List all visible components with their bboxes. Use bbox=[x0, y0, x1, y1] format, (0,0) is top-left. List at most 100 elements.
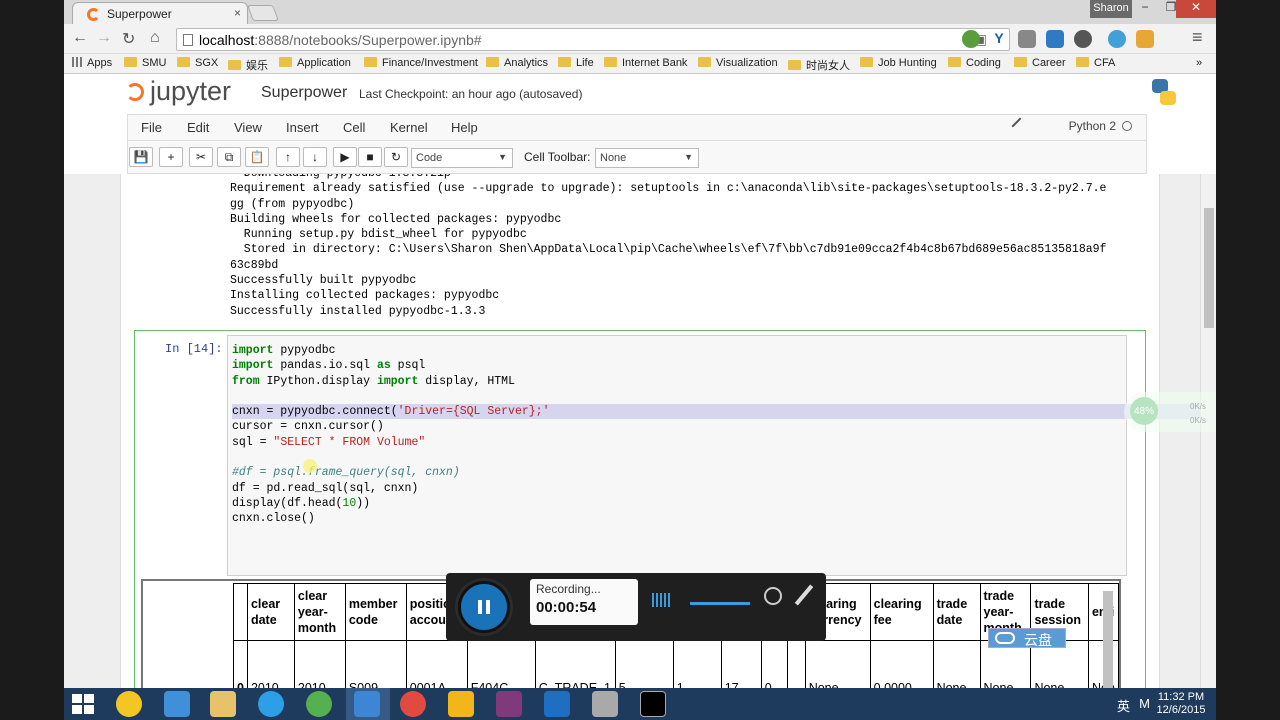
menu-file[interactable]: File bbox=[141, 120, 162, 135]
url-host: localhost bbox=[199, 32, 255, 48]
copy-icon[interactable]: ⧉ bbox=[217, 147, 241, 167]
tools-icon[interactable] bbox=[592, 691, 618, 717]
menu-kernel[interactable]: Kernel bbox=[390, 120, 428, 135]
bookmark-folder[interactable]: 时尚女人 bbox=[788, 57, 850, 73]
browser-tab[interactable]: Superpower × bbox=[72, 2, 248, 24]
cell-toolbar-label: Cell Toolbar: bbox=[524, 150, 591, 164]
notebook-name[interactable]: Superpower bbox=[261, 84, 347, 102]
code-editor[interactable]: import pypyodbc import pandas.io.sql as p… bbox=[227, 335, 1216, 576]
table-cell: 0 bbox=[233, 640, 248, 688]
bookmark-folder[interactable]: SMU bbox=[124, 57, 166, 69]
menu-cell[interactable]: Cell bbox=[343, 120, 365, 135]
apps-grid-icon bbox=[72, 57, 82, 67]
bookmark-folder[interactable]: Internet Bank bbox=[604, 57, 687, 69]
qq-icon[interactable] bbox=[116, 691, 142, 717]
table-cell: 0.0000 bbox=[869, 640, 934, 688]
profile-button[interactable]: Sharon bbox=[1090, 0, 1132, 18]
output-scrollbar[interactable] bbox=[1103, 591, 1113, 688]
extension-icon-2[interactable]: Y bbox=[990, 30, 1008, 48]
code-token: display, HTML bbox=[418, 374, 515, 388]
forward-icon[interactable]: → bbox=[96, 29, 112, 47]
paste-icon[interactable]: 📋 bbox=[245, 147, 269, 167]
cut-icon[interactable]: ✂ bbox=[189, 147, 213, 167]
chrome-icon[interactable] bbox=[400, 691, 426, 717]
bookmark-folder[interactable]: Finance/Investment bbox=[364, 57, 478, 69]
close-window-button[interactable]: ✕ bbox=[1176, 0, 1216, 18]
move-down-icon[interactable]: ↓ bbox=[303, 147, 327, 167]
column-header: clearing fee bbox=[869, 583, 934, 641]
bookmark-folder[interactable]: Analytics bbox=[486, 57, 548, 69]
scrollbar-thumb[interactable] bbox=[1204, 208, 1214, 328]
reload-icon[interactable]: ↻ bbox=[122, 29, 135, 49]
menu-help[interactable]: Help bbox=[451, 120, 478, 135]
app-icon[interactable] bbox=[258, 691, 284, 717]
extension-icon-6[interactable] bbox=[1136, 30, 1154, 48]
bookmark-folder[interactable]: 娱乐 bbox=[228, 57, 268, 73]
menu-insert[interactable]: Insert bbox=[286, 120, 319, 135]
cloud-sync-icon[interactable] bbox=[164, 691, 190, 717]
cell-type-select[interactable]: Code ▼ bbox=[411, 148, 513, 168]
move-up-icon[interactable]: ↑ bbox=[276, 147, 300, 167]
windows-start-icon[interactable] bbox=[72, 694, 94, 714]
outlook-icon[interactable] bbox=[544, 691, 570, 717]
bookmark-folder[interactable]: Application bbox=[279, 57, 351, 69]
code-token: import bbox=[376, 374, 419, 388]
pen-icon[interactable] bbox=[794, 584, 814, 606]
ime-mode[interactable]: M bbox=[1139, 696, 1150, 711]
address-bar[interactable]: localhost:8888/notebooks/Superpower.ipyn… bbox=[176, 28, 1010, 51]
folder-icon bbox=[860, 57, 873, 67]
run-icon[interactable]: ▶ bbox=[333, 147, 357, 167]
download-speed: 0K/s bbox=[1190, 416, 1207, 425]
bookmark-folder[interactable]: Coding bbox=[948, 57, 1001, 69]
extension-icon-3[interactable] bbox=[1018, 30, 1036, 48]
google-drive-icon[interactable] bbox=[448, 691, 474, 717]
back-icon[interactable]: ← bbox=[72, 29, 88, 47]
wechat-icon[interactable] bbox=[306, 691, 332, 717]
tab-close-icon[interactable]: × bbox=[234, 6, 241, 20]
folder-icon bbox=[558, 57, 571, 67]
table-cell bbox=[786, 640, 806, 688]
webcam-icon[interactable] bbox=[764, 587, 782, 605]
file-explorer-icon[interactable] bbox=[210, 691, 236, 717]
bookmark-folder[interactable]: Job Hunting bbox=[860, 57, 937, 69]
table-cell: F404C bbox=[466, 640, 536, 688]
onenote-icon[interactable] bbox=[496, 691, 522, 717]
save-icon[interactable]: 💾 bbox=[129, 147, 153, 167]
volume-slider[interactable] bbox=[690, 602, 750, 605]
code-token: import bbox=[232, 344, 274, 357]
bookmark-folder[interactable]: CFA bbox=[1076, 57, 1115, 69]
bookmark-folder[interactable]: SGX bbox=[177, 57, 218, 69]
new-tab-button[interactable] bbox=[247, 5, 279, 21]
menu-edit[interactable]: Edit bbox=[187, 120, 209, 135]
extension-icon-1[interactable] bbox=[962, 30, 980, 48]
minimize-button[interactable]: − bbox=[1132, 0, 1158, 18]
chrome-menu-icon[interactable]: ≡ bbox=[1192, 27, 1203, 48]
add-icon[interactable]: + bbox=[159, 147, 183, 167]
stop-icon[interactable]: ■ bbox=[358, 147, 382, 167]
cell-toolbar-select[interactable]: None ▼ bbox=[595, 148, 699, 168]
bookmark-folder[interactable]: Life bbox=[558, 57, 594, 69]
bookmark-folder[interactable]: Career bbox=[1014, 57, 1066, 69]
jupyter-logo[interactable]: jupyter bbox=[126, 76, 231, 107]
code-token: pandas.io.sql bbox=[273, 359, 377, 373]
code-token: from bbox=[232, 374, 260, 388]
restart-icon[interactable]: ↻ bbox=[384, 147, 408, 167]
code-token: cnxn = pypyodbc.connect( bbox=[232, 405, 398, 419]
code-text[interactable]: import pypyodbc import pandas.io.sql as p… bbox=[232, 343, 1216, 527]
ime-indicator[interactable]: 英 bbox=[1117, 696, 1130, 715]
cloud-drive-icon[interactable] bbox=[354, 691, 380, 717]
pause-recording-button[interactable] bbox=[458, 581, 510, 633]
cloud-drive-widget[interactable]: 云盘 bbox=[988, 628, 1066, 648]
folder-icon bbox=[1076, 57, 1089, 67]
bookmark-folder[interactable]: Visualization bbox=[698, 57, 778, 69]
bookmark-apps[interactable]: Apps bbox=[72, 57, 112, 69]
home-icon[interactable]: ⌂ bbox=[150, 29, 160, 47]
extension-icon-5[interactable] bbox=[1074, 30, 1092, 48]
cmd-icon[interactable] bbox=[640, 691, 666, 717]
bookmarks-overflow[interactable]: » bbox=[1196, 57, 1202, 69]
clock[interactable]: 11:32 PM 12/6/2015 bbox=[1154, 691, 1208, 717]
code-token: as bbox=[376, 359, 391, 373]
skype-icon[interactable] bbox=[1108, 30, 1126, 48]
extension-icon-4[interactable] bbox=[1046, 30, 1064, 48]
menu-view[interactable]: View bbox=[234, 120, 262, 135]
